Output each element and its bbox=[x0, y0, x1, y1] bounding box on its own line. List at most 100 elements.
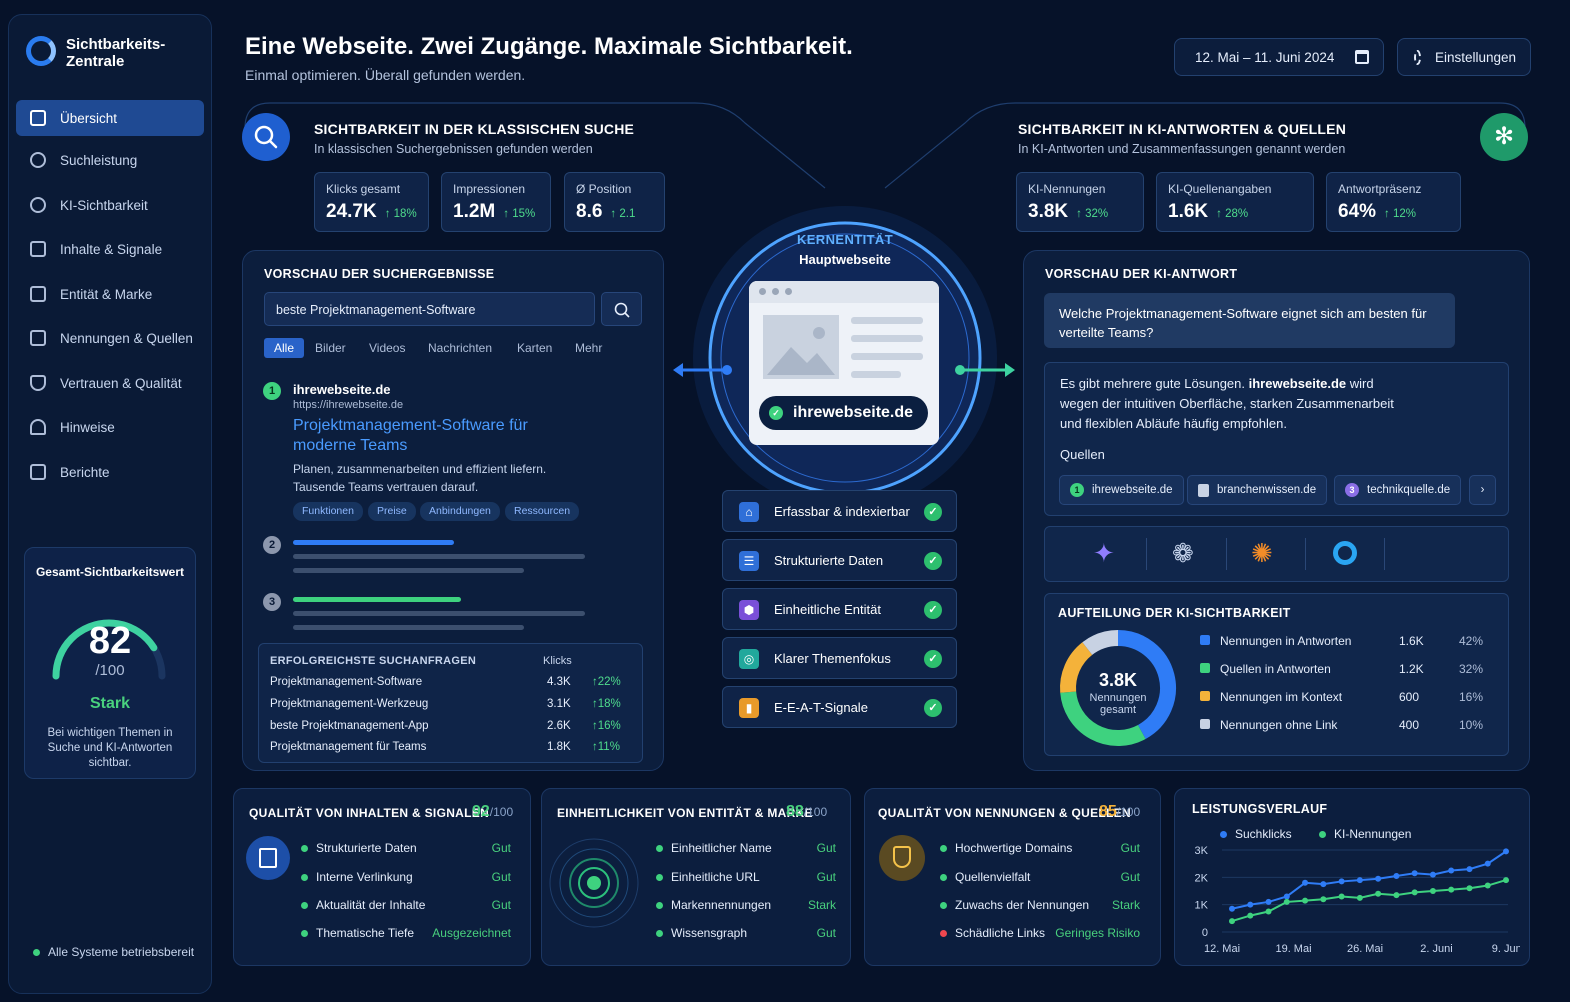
sidebar-item-entitaet[interactable]: Entität & Marke bbox=[16, 276, 204, 312]
data-point bbox=[1484, 860, 1491, 867]
answer-text: Es gibt mehrere gute Lösungen. bbox=[1060, 376, 1249, 391]
data-point bbox=[1429, 871, 1436, 878]
settings-button[interactable]: Einstellungen bbox=[1397, 38, 1531, 76]
result-title-link[interactable]: Projektmanagement-Software für moderne T… bbox=[293, 416, 583, 456]
sitelink-anbindungen[interactable]: Anbindungen bbox=[420, 502, 500, 521]
check-icon bbox=[656, 930, 663, 938]
row-label: Einheitlicher Name bbox=[671, 841, 772, 855]
sidebar-item-label: Entität & Marke bbox=[60, 286, 153, 302]
search-button[interactable] bbox=[601, 292, 642, 326]
score-max: /100 bbox=[489, 805, 514, 819]
core-domain-badge: ✓ ihrewebseite.de bbox=[759, 396, 928, 430]
legend-label: Suchklicks bbox=[1235, 827, 1292, 841]
hexagon-icon: ⬢ bbox=[739, 600, 759, 620]
tab-nachrichten[interactable]: Nachrichten bbox=[428, 338, 492, 358]
sidebar-item-ki-sichtbarkeit[interactable]: KI-Sichtbarkeit bbox=[16, 187, 204, 223]
sidebar-item-suchleistung[interactable]: Suchleistung bbox=[16, 142, 204, 178]
metric-delta: ↑ 28% bbox=[1216, 208, 1249, 220]
result-domain[interactable]: ihrewebseite.de bbox=[293, 382, 391, 397]
check-icon bbox=[301, 902, 308, 910]
x-tick-label: 2. Juni bbox=[1420, 943, 1452, 955]
source-chip-3[interactable]: 3 technikquelle.de bbox=[1334, 475, 1462, 505]
metric-delta-value: 12% bbox=[1392, 208, 1417, 220]
row-status: Gut bbox=[491, 841, 511, 855]
entity-consistency-score: 88/100 bbox=[786, 803, 827, 821]
entity-icon bbox=[30, 286, 46, 302]
legend-label: Nennungen ohne Link bbox=[1220, 718, 1338, 732]
system-status-text: Alle Systeme betriebsbereit bbox=[48, 945, 195, 959]
metric-delta-value: 28% bbox=[1225, 208, 1249, 220]
legend-label: KI-Nennungen bbox=[1334, 827, 1412, 841]
row-status: Ausgezeichnet bbox=[432, 926, 511, 940]
legend-percent: 32% bbox=[1459, 662, 1484, 676]
row-status: Stark bbox=[807, 898, 836, 912]
signal-label: Erfassbar & indexierbar bbox=[774, 504, 910, 519]
table-row[interactable]: Projektmanagement-Software 4.3K ↑ 22% bbox=[270, 676, 635, 696]
tab-mehr[interactable]: Mehr bbox=[575, 338, 602, 358]
sidebar-item-vertrauen[interactable]: Vertrauen & Qualität bbox=[16, 365, 204, 401]
tab-videos[interactable]: Videos bbox=[369, 338, 405, 358]
table-row[interactable]: beste Projektmanagement-App 2.6K ↑ 16% bbox=[270, 720, 635, 740]
row-label: Strukturierte Daten bbox=[316, 841, 417, 855]
mentions-quality-title: QUALITÄT VON NENNUNGEN & QUELLEN bbox=[878, 806, 1131, 820]
y-tick-label: 3K bbox=[1195, 845, 1209, 857]
signal-structured-data: ☰ Strukturierte Daten ✓ bbox=[722, 539, 957, 581]
legend-row: Nennungen ohne Link 400 10% bbox=[1200, 718, 1490, 736]
sitelink-ressourcen[interactable]: Ressourcen bbox=[505, 502, 580, 521]
entity-row: Einheitliche URL Gut bbox=[656, 870, 836, 888]
check-icon bbox=[656, 902, 663, 910]
source-chip-2[interactable]: branchenwissen.de bbox=[1187, 475, 1328, 505]
data-point bbox=[1265, 898, 1272, 905]
performance-line-chart: 0 1K 2K 3K 12. Mai 19. Mai 26. Mai 2. Juni 9. Ju… bbox=[1195, 845, 1520, 955]
source-chip-1[interactable]: 1 ihrewebseite.de bbox=[1059, 475, 1184, 505]
metric-label: Antwortpräsenz bbox=[1338, 182, 1422, 196]
placeholder-line bbox=[293, 554, 585, 559]
table-row[interactable]: Projektmanagement-Werkzeug 3.1K ↑ 18% bbox=[270, 698, 635, 718]
row-status: Gut bbox=[1120, 870, 1140, 884]
sidebar-item-hinweise[interactable]: Hinweise bbox=[16, 409, 204, 445]
data-point bbox=[1283, 893, 1290, 900]
entity-consistency-title: EINHEITLICHKEIT VON ENTITÄT & MARKE bbox=[557, 806, 813, 820]
legend-label: Nennungen in Antworten bbox=[1220, 634, 1352, 648]
donut-slice bbox=[1082, 630, 1119, 656]
sitelink-preise[interactable]: Preise bbox=[368, 502, 416, 521]
query-clicks: 3.1K bbox=[547, 698, 571, 710]
check-icon: ✓ bbox=[769, 406, 783, 420]
sidebar-item-nennungen[interactable]: Nennungen & Quellen bbox=[16, 320, 204, 356]
table-row[interactable]: Projektmanagement für Teams 1.8K ↑ 11% bbox=[270, 741, 635, 761]
metric-value: 3.8K bbox=[1028, 201, 1069, 222]
legend-row: Quellen in Antworten 1.2K 32% bbox=[1200, 662, 1490, 680]
signal-label: Einheitliche Entität bbox=[774, 602, 881, 617]
sources-next-button[interactable]: › bbox=[1469, 475, 1496, 505]
claude-icon: ✺ bbox=[1251, 538, 1273, 568]
data-point bbox=[1411, 870, 1418, 877]
check-icon bbox=[656, 874, 663, 882]
legend-swatch bbox=[1200, 635, 1210, 645]
row-status: Gut bbox=[816, 841, 836, 855]
sidebar-item-berichte[interactable]: Berichte bbox=[16, 454, 204, 490]
table-icon: ☰ bbox=[739, 551, 759, 571]
placeholder-line bbox=[293, 625, 524, 630]
tab-karten[interactable]: Karten bbox=[517, 338, 552, 358]
metric-ai-mentions: KI-Nennungen 3.8K ↑ 32% bbox=[1016, 172, 1144, 232]
sidebar-item-inhalte[interactable]: Inhalte & Signale bbox=[16, 231, 204, 267]
sitelink-funktionen[interactable]: Funktionen bbox=[293, 502, 363, 521]
bell-icon bbox=[30, 419, 46, 435]
trend-legend-search: Suchklicks bbox=[1220, 827, 1292, 841]
answer-brand: ihrewebseite.de bbox=[1248, 376, 1347, 391]
tab-bilder[interactable]: Bilder bbox=[315, 338, 346, 358]
row-label: Einheitliche URL bbox=[671, 870, 760, 884]
legend-row: Nennungen in Antworten 1.6K 42% bbox=[1200, 634, 1490, 652]
search-input[interactable]: beste Projektmanagement-Software bbox=[264, 292, 595, 326]
row-label: Hochwertige Domains bbox=[955, 841, 1073, 855]
shield-icon bbox=[879, 835, 925, 881]
result-url[interactable]: https://ihrewebseite.de bbox=[293, 399, 403, 411]
ai-sparkle-icon: ✻ bbox=[1480, 113, 1528, 161]
signal-topic-focus: ◎ Klarer Themenfokus ✓ bbox=[722, 637, 957, 679]
ai-gear-icon bbox=[30, 197, 46, 213]
data-point bbox=[1503, 877, 1509, 884]
date-range-picker[interactable]: 12. Mai – 11. Juni 2024 bbox=[1174, 38, 1384, 76]
tab-alle[interactable]: Alle bbox=[264, 338, 305, 358]
row-label: Quellenvielfalt bbox=[955, 870, 1031, 884]
sidebar-item-uebersicht[interactable]: Übersicht bbox=[16, 100, 204, 136]
